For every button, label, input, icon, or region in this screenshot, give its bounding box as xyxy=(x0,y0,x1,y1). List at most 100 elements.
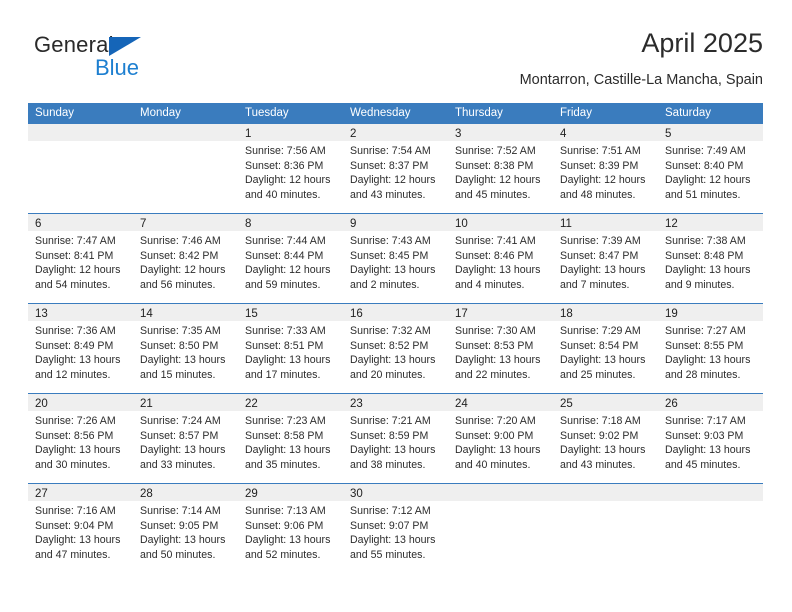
day-cell[interactable]: 25 Sunrise: 7:18 AM Sunset: 9:02 PM Dayl… xyxy=(553,394,658,483)
sunrise-text: Sunrise: 7:46 AM xyxy=(140,235,221,247)
day-cell[interactable]: 1 Sunrise: 7:56 AM Sunset: 8:36 PM Dayli… xyxy=(238,124,343,213)
day-cell[interactable]: 5 Sunrise: 7:49 AM Sunset: 8:40 PM Dayli… xyxy=(658,124,763,213)
sunrise-text: Sunrise: 7:18 AM xyxy=(560,415,641,427)
day-number-band: 5 xyxy=(658,124,763,141)
day-cell[interactable]: 10 Sunrise: 7:41 AM Sunset: 8:46 PM Dayl… xyxy=(448,214,553,303)
day-cell[interactable]: 15 Sunrise: 7:33 AM Sunset: 8:51 PM Dayl… xyxy=(238,304,343,393)
daylight-text-line2: and 15 minutes. xyxy=(140,368,216,381)
daylight-text-line1: Daylight: 13 hours xyxy=(665,264,751,277)
week-row: 13 Sunrise: 7:36 AM Sunset: 8:49 PM Dayl… xyxy=(28,303,763,393)
sunset-text: Sunset: 8:50 PM xyxy=(140,339,219,352)
sunset-text: Sunset: 9:00 PM xyxy=(455,429,534,442)
sunset-text: Sunset: 8:36 PM xyxy=(245,159,324,172)
day-number-band: 18 xyxy=(553,304,658,321)
day-details: Sunrise: 7:26 AM Sunset: 8:56 PM Dayligh… xyxy=(28,411,133,472)
day-number: 18 xyxy=(560,308,573,320)
sunrise-text: Sunrise: 7:47 AM xyxy=(35,235,116,247)
day-cell[interactable]: 6 Sunrise: 7:47 AM Sunset: 8:41 PM Dayli… xyxy=(28,214,133,303)
day-cell[interactable]: 26 Sunrise: 7:17 AM Sunset: 9:03 PM Dayl… xyxy=(658,394,763,483)
sunset-text: Sunset: 9:07 PM xyxy=(350,519,429,532)
day-cell[interactable]: 4 Sunrise: 7:51 AM Sunset: 8:39 PM Dayli… xyxy=(553,124,658,213)
day-details: Sunrise: 7:43 AM Sunset: 8:45 PM Dayligh… xyxy=(343,231,448,292)
daylight-text-line1: Daylight: 13 hours xyxy=(455,444,541,457)
day-cell[interactable]: 17 Sunrise: 7:30 AM Sunset: 8:53 PM Dayl… xyxy=(448,304,553,393)
weekday-header-row: Sunday Monday Tuesday Wednesday Thursday… xyxy=(28,103,763,124)
day-number: 17 xyxy=(455,308,468,320)
day-cell[interactable]: 24 Sunrise: 7:20 AM Sunset: 9:00 PM Dayl… xyxy=(448,394,553,483)
day-details: Sunrise: 7:33 AM Sunset: 8:51 PM Dayligh… xyxy=(238,321,343,382)
sunrise-text: Sunrise: 7:27 AM xyxy=(665,325,746,337)
day-cell[interactable]: 21 Sunrise: 7:24 AM Sunset: 8:57 PM Dayl… xyxy=(133,394,238,483)
day-number: 19 xyxy=(665,308,678,320)
day-cell[interactable]: 11 Sunrise: 7:39 AM Sunset: 8:47 PM Dayl… xyxy=(553,214,658,303)
daylight-text-line2: and 33 minutes. xyxy=(140,458,216,471)
day-cell[interactable]: 22 Sunrise: 7:23 AM Sunset: 8:58 PM Dayl… xyxy=(238,394,343,483)
day-cell[interactable]: 28 Sunrise: 7:14 AM Sunset: 9:05 PM Dayl… xyxy=(133,484,238,573)
sunrise-text: Sunrise: 7:29 AM xyxy=(560,325,641,337)
day-cell[interactable]: 27 Sunrise: 7:16 AM Sunset: 9:04 PM Dayl… xyxy=(28,484,133,573)
day-details: Sunrise: 7:51 AM Sunset: 8:39 PM Dayligh… xyxy=(553,141,658,202)
day-cell[interactable]: 13 Sunrise: 7:36 AM Sunset: 8:49 PM Dayl… xyxy=(28,304,133,393)
day-cell[interactable]: 9 Sunrise: 7:43 AM Sunset: 8:45 PM Dayli… xyxy=(343,214,448,303)
day-cell[interactable]: 19 Sunrise: 7:27 AM Sunset: 8:55 PM Dayl… xyxy=(658,304,763,393)
day-cell[interactable]: 30 Sunrise: 7:12 AM Sunset: 9:07 PM Dayl… xyxy=(343,484,448,573)
daylight-text-line1: Daylight: 13 hours xyxy=(245,444,331,457)
page-subtitle: Montarron, Castille-La Mancha, Spain xyxy=(519,72,763,88)
sunset-text: Sunset: 8:48 PM xyxy=(665,249,744,262)
day-cell[interactable] xyxy=(448,484,553,573)
daylight-text-line2: and 9 minutes. xyxy=(665,278,735,291)
day-cell[interactable]: 20 Sunrise: 7:26 AM Sunset: 8:56 PM Dayl… xyxy=(28,394,133,483)
sunrise-text: Sunrise: 7:43 AM xyxy=(350,235,431,247)
daylight-text-line2: and 43 minutes. xyxy=(560,458,636,471)
day-number: 25 xyxy=(560,398,573,410)
day-cell[interactable]: 29 Sunrise: 7:13 AM Sunset: 9:06 PM Dayl… xyxy=(238,484,343,573)
sunrise-text: Sunrise: 7:20 AM xyxy=(455,415,536,427)
daylight-text-line1: Daylight: 12 hours xyxy=(665,174,751,187)
day-cell[interactable]: 8 Sunrise: 7:44 AM Sunset: 8:44 PM Dayli… xyxy=(238,214,343,303)
day-number-band: 13 xyxy=(28,304,133,321)
day-details: Sunrise: 7:36 AM Sunset: 8:49 PM Dayligh… xyxy=(28,321,133,382)
sunrise-text: Sunrise: 7:49 AM xyxy=(665,145,746,157)
sunrise-text: Sunrise: 7:23 AM xyxy=(245,415,326,427)
sunset-text: Sunset: 8:51 PM xyxy=(245,339,324,352)
daylight-text-line1: Daylight: 12 hours xyxy=(245,174,331,187)
sunset-text: Sunset: 8:47 PM xyxy=(560,249,639,262)
daylight-text-line1: Daylight: 13 hours xyxy=(35,444,121,457)
day-cell[interactable]: 7 Sunrise: 7:46 AM Sunset: 8:42 PM Dayli… xyxy=(133,214,238,303)
general-blue-logo[interactable]: General Blue xyxy=(34,32,174,88)
day-cell[interactable] xyxy=(133,124,238,213)
weekday-header-sunday: Sunday xyxy=(35,107,75,119)
day-cell[interactable] xyxy=(28,124,133,213)
weekday-header-thursday: Thursday xyxy=(455,107,503,119)
day-cell[interactable]: 2 Sunrise: 7:54 AM Sunset: 8:37 PM Dayli… xyxy=(343,124,448,213)
sunset-text: Sunset: 8:54 PM xyxy=(560,339,639,352)
sunrise-text: Sunrise: 7:39 AM xyxy=(560,235,641,247)
day-number-band: 26 xyxy=(658,394,763,411)
day-cell[interactable]: 12 Sunrise: 7:38 AM Sunset: 8:48 PM Dayl… xyxy=(658,214,763,303)
day-cell[interactable]: 23 Sunrise: 7:21 AM Sunset: 8:59 PM Dayl… xyxy=(343,394,448,483)
day-details: Sunrise: 7:44 AM Sunset: 8:44 PM Dayligh… xyxy=(238,231,343,292)
daylight-text-line1: Daylight: 13 hours xyxy=(665,444,751,457)
day-number: 13 xyxy=(35,308,48,320)
logo-triangle-icon xyxy=(109,37,141,56)
day-cell[interactable] xyxy=(553,484,658,573)
day-cell[interactable]: 3 Sunrise: 7:52 AM Sunset: 8:38 PM Dayli… xyxy=(448,124,553,213)
day-details: Sunrise: 7:32 AM Sunset: 8:52 PM Dayligh… xyxy=(343,321,448,382)
daylight-text-line1: Daylight: 13 hours xyxy=(245,354,331,367)
day-number: 26 xyxy=(665,398,678,410)
daylight-text-line1: Daylight: 13 hours xyxy=(455,264,541,277)
day-cell[interactable]: 14 Sunrise: 7:35 AM Sunset: 8:50 PM Dayl… xyxy=(133,304,238,393)
day-details: Sunrise: 7:13 AM Sunset: 9:06 PM Dayligh… xyxy=(238,501,343,562)
day-number-band: 17 xyxy=(448,304,553,321)
sunrise-text: Sunrise: 7:41 AM xyxy=(455,235,536,247)
daylight-text-line2: and 2 minutes. xyxy=(350,278,420,291)
day-cell[interactable]: 18 Sunrise: 7:29 AM Sunset: 8:54 PM Dayl… xyxy=(553,304,658,393)
calendar-grid: Sunday Monday Tuesday Wednesday Thursday… xyxy=(28,103,763,573)
day-number-band: 11 xyxy=(553,214,658,231)
day-cell[interactable]: 16 Sunrise: 7:32 AM Sunset: 8:52 PM Dayl… xyxy=(343,304,448,393)
page-title: April 2025 xyxy=(641,28,763,58)
daylight-text-line1: Daylight: 13 hours xyxy=(245,534,331,547)
day-cell[interactable] xyxy=(658,484,763,573)
sunset-text: Sunset: 8:44 PM xyxy=(245,249,324,262)
sunset-text: Sunset: 9:06 PM xyxy=(245,519,324,532)
